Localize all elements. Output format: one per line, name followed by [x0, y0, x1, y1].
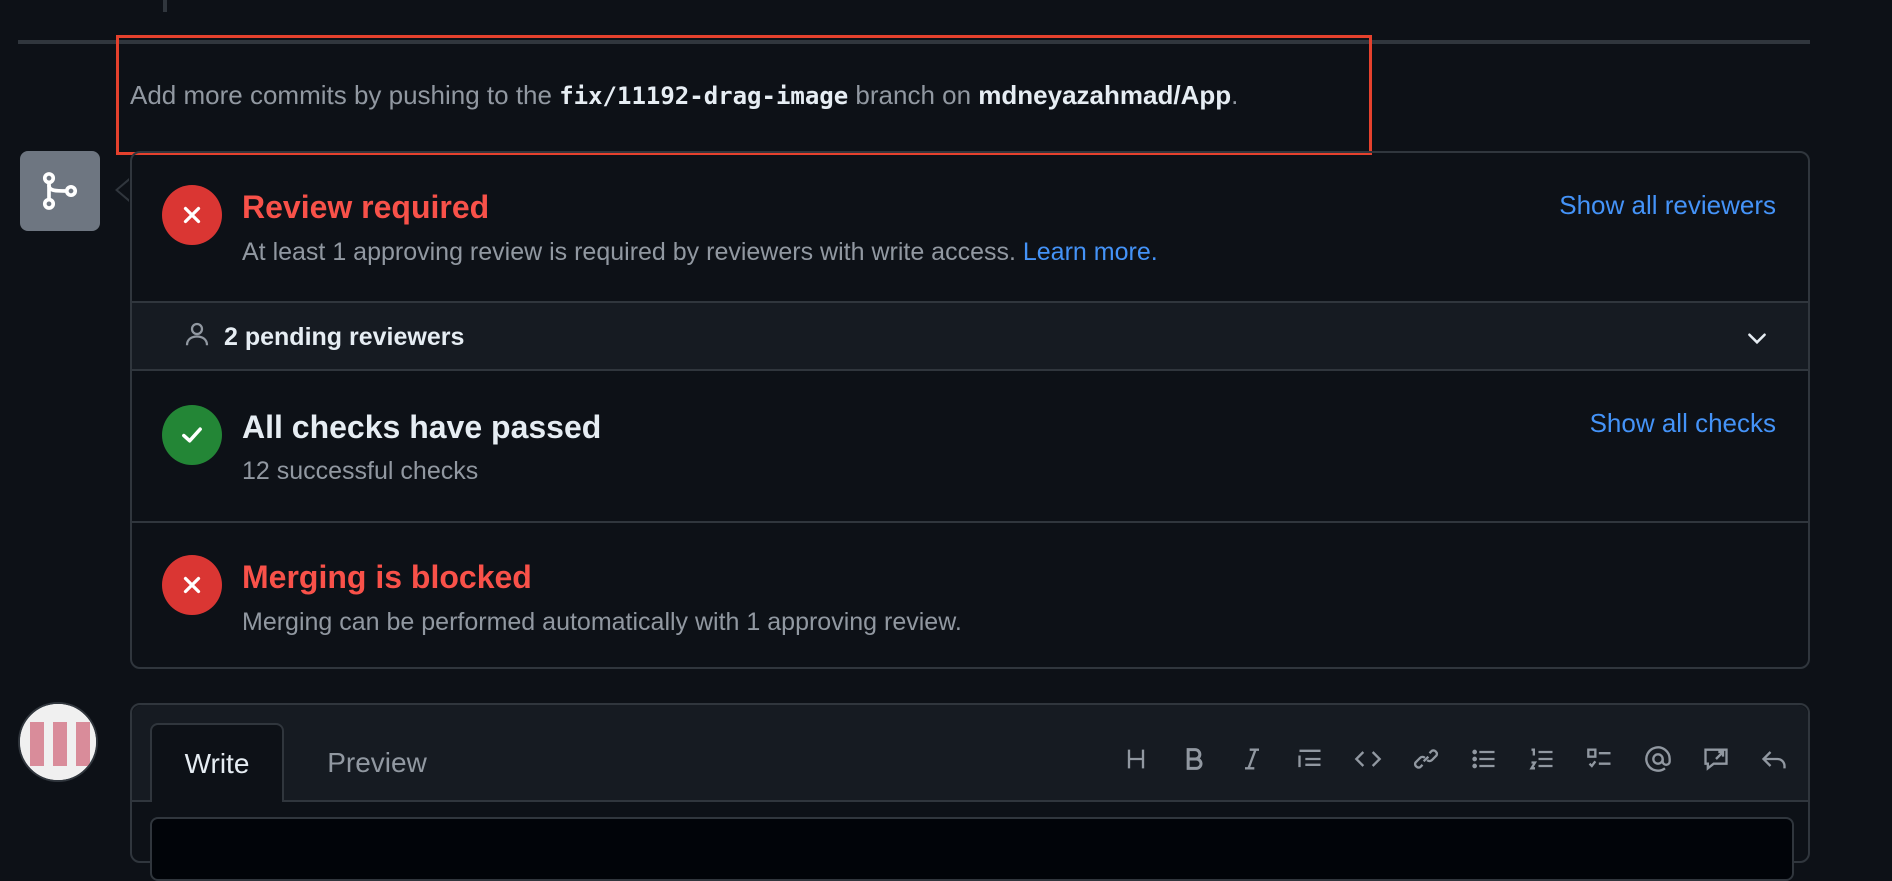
comment-textarea[interactable] — [150, 817, 1794, 881]
comment-editor: Write Preview — [130, 703, 1810, 881]
git-merge-icon — [42, 172, 78, 210]
chevron-down-icon[interactable] — [1744, 325, 1770, 351]
unordered-list-icon[interactable] — [1464, 739, 1504, 779]
pending-reviewers-row[interactable]: 2 pending reviewers — [132, 301, 1808, 371]
checks-title: All checks have passed — [242, 409, 602, 445]
italic-icon[interactable] — [1232, 739, 1272, 779]
tab-write[interactable]: Write — [150, 723, 284, 802]
pending-reviewers-label: 2 pending reviewers — [224, 323, 465, 351]
merge-blocked-icon — [162, 555, 222, 615]
checks-subtitle: 12 successful checks — [242, 457, 479, 485]
merge-status-panel: Review required At least 1 approving rev… — [130, 151, 1810, 669]
quote-icon[interactable] — [1290, 739, 1330, 779]
review-required-text: At least 1 approving review is required … — [242, 238, 1023, 266]
bold-icon[interactable] — [1174, 739, 1214, 779]
merge-status-badge — [20, 151, 100, 231]
timeline-line — [163, 0, 167, 12]
merge-blocked-title: Merging is blocked — [242, 559, 532, 595]
reply-icon[interactable] — [1754, 739, 1794, 779]
merge-blocked-section: Merging is blocked Merging can be perfor… — [132, 523, 1808, 667]
review-failed-icon — [162, 185, 222, 245]
learn-more-link[interactable]: Learn more. — [1023, 238, 1158, 266]
checks-section: All checks have passed 12 successful che… — [132, 371, 1808, 523]
review-required-subtitle: At least 1 approving review is required … — [242, 238, 1158, 267]
review-required-section: Review required At least 1 approving rev… — [132, 153, 1808, 301]
link-icon[interactable] — [1406, 739, 1446, 779]
highlight-annotation-box — [116, 35, 1372, 155]
person-icon — [185, 322, 209, 346]
show-all-reviewers-link[interactable]: Show all reviewers — [1559, 190, 1776, 221]
review-required-title: Review required — [242, 189, 490, 225]
tab-preview[interactable]: Preview — [302, 723, 452, 802]
identicon-image — [20, 704, 96, 780]
mention-icon[interactable] — [1638, 739, 1678, 779]
code-icon[interactable] — [1348, 739, 1388, 779]
checks-passed-icon — [162, 405, 222, 465]
comment-editor-header: Write Preview — [132, 705, 1808, 802]
merge-blocked-subtitle: Merging can be performed automatically w… — [242, 608, 962, 636]
ordered-list-icon[interactable] — [1522, 739, 1562, 779]
merge-pointer-inner — [118, 180, 130, 200]
task-list-icon[interactable] — [1580, 739, 1620, 779]
markdown-toolbar — [1116, 739, 1794, 779]
avatar[interactable] — [18, 702, 98, 782]
cross-reference-icon[interactable] — [1696, 739, 1736, 779]
show-all-checks-link[interactable]: Show all checks — [1590, 408, 1776, 439]
heading-icon[interactable] — [1116, 739, 1156, 779]
